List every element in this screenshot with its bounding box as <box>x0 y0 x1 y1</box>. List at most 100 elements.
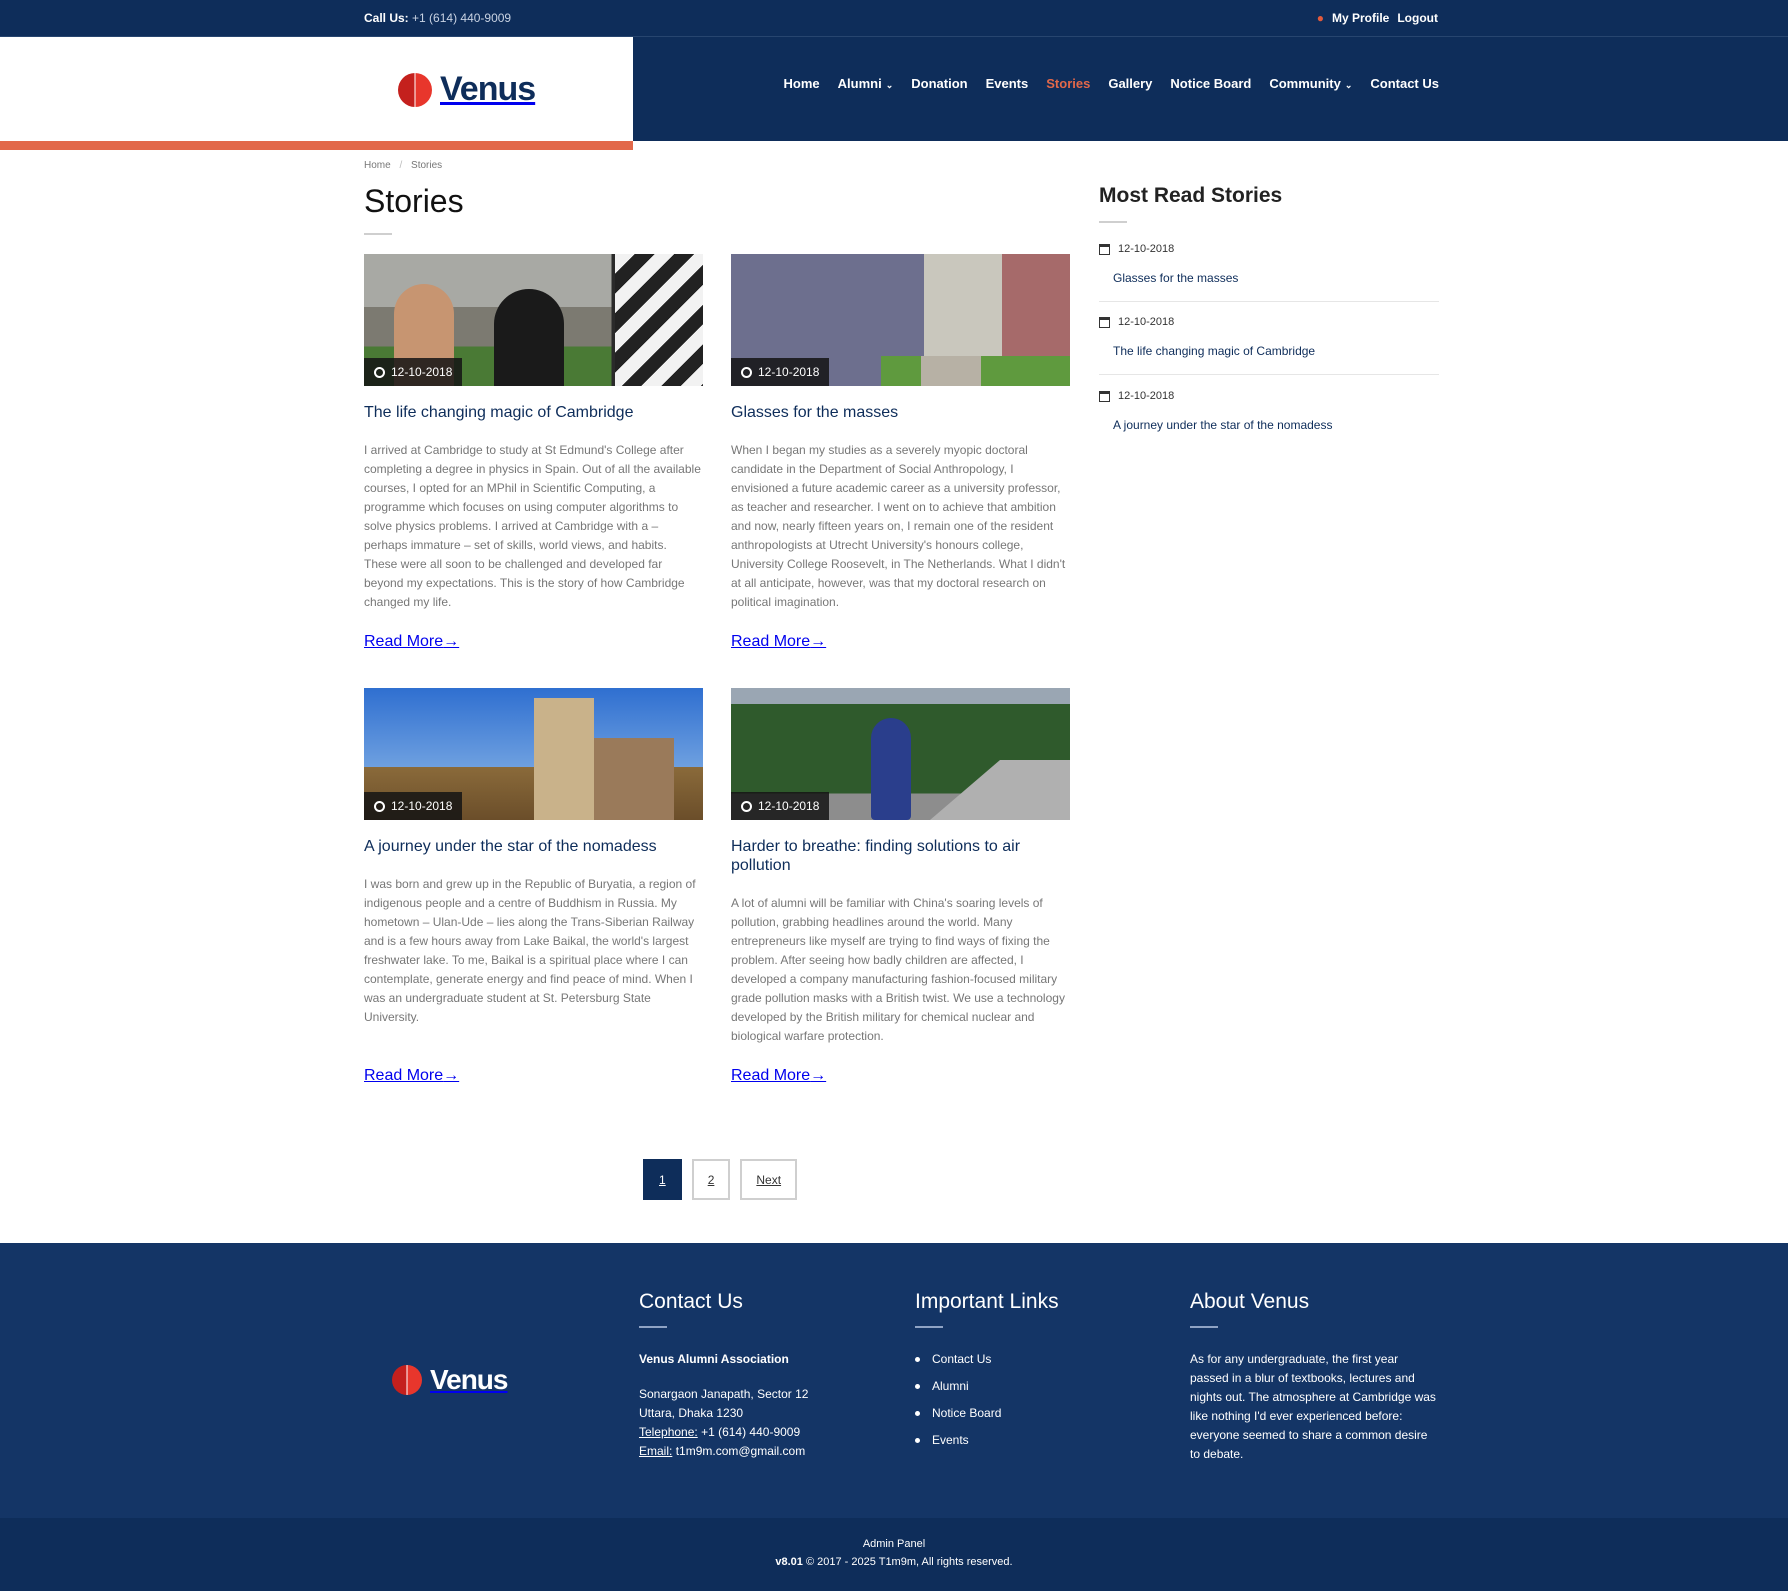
footer-phone[interactable]: +1 (614) 440-9009 <box>701 1425 800 1439</box>
nav-alumni[interactable]: Alumni ⌄ <box>838 76 894 91</box>
read-more-link[interactable]: Read More→ <box>364 633 459 651</box>
divider <box>1099 374 1439 375</box>
copyright: v8.01 © 2017 - 2025 T1m9m, All rights re… <box>775 1556 1013 1568</box>
most-read-item: 12-10-2018 The life changing magic of Ca… <box>1099 316 1439 358</box>
clock-icon <box>374 366 385 378</box>
top-bar: Call Us: +1 (614) 440-9009 ● My Profile … <box>0 0 1788 37</box>
call-us: Call Us: +1 (614) 440-9009 <box>364 11 511 25</box>
nav-contact-us[interactable]: Contact Us <box>1370 76 1439 91</box>
footer-about: About Venus As for any undergraduate, th… <box>1190 1290 1440 1464</box>
logo-text: Venus <box>440 70 536 108</box>
clock-icon <box>374 800 385 812</box>
most-read-date: 12-10-2018 <box>1118 316 1175 328</box>
calendar-icon <box>1099 316 1110 328</box>
story-excerpt: I was born and grew up in the Republic o… <box>364 877 696 1024</box>
footer-logo[interactable]: Venus <box>392 1364 508 1396</box>
read-more-link[interactable]: Read More→ <box>731 633 826 651</box>
read-more-link[interactable]: Read More→ <box>364 1067 459 1085</box>
footer-links-title: Important Links <box>915 1290 1059 1313</box>
most-read-date: 12-10-2018 <box>1118 390 1175 402</box>
site-logo[interactable]: Venus <box>398 70 536 109</box>
most-read-link[interactable]: The life changing magic of Cambridge <box>1113 344 1439 358</box>
footer-link-contact-us[interactable]: Contact Us <box>915 1352 1059 1366</box>
chevron-down-icon: ⌄ <box>1344 80 1353 90</box>
arrow-circle-icon: → <box>810 633 827 650</box>
nav-notice-board[interactable]: Notice Board <box>1170 76 1251 91</box>
page-2-button[interactable]: 2 <box>691 1159 731 1200</box>
breadcrumb-current: Stories <box>411 160 443 171</box>
story-date-badge: 12-10-2018 <box>731 358 830 386</box>
story-excerpt: I arrived at Cambridge to study at St Ed… <box>364 443 701 609</box>
account-links: ● My Profile Logout <box>1317 11 1438 25</box>
breadcrumb: Home / Stories <box>364 160 442 171</box>
logo-mark-icon <box>392 1365 422 1395</box>
story-date-badge: 12-10-2018 <box>731 792 830 820</box>
logout-link[interactable]: Logout <box>1397 11 1438 25</box>
page-title: Stories <box>364 183 464 219</box>
sidebar-title-underline <box>1099 221 1127 223</box>
story-title[interactable]: A journey under the star of the nomadess <box>364 837 703 856</box>
story-image[interactable]: 12-10-2018 <box>364 688 703 820</box>
story-title[interactable]: Harder to breathe: finding solutions to … <box>731 837 1070 875</box>
calendar-icon <box>1099 390 1110 402</box>
most-read-item: 12-10-2018 A journey under the star of t… <box>1099 390 1439 432</box>
story-card: 12-10-2018 A journey under the star of t… <box>364 688 703 1027</box>
footer-logo-text: Venus <box>430 1364 508 1395</box>
story-card: 12-10-2018 The life changing magic of Ca… <box>364 254 703 612</box>
most-read-link[interactable]: Glasses for the masses <box>1113 271 1439 285</box>
story-date-badge: 12-10-2018 <box>364 358 463 386</box>
main-nav: Home Alumni ⌄ Donation Events Stories Gal… <box>784 76 1439 91</box>
story-image[interactable]: 12-10-2018 <box>731 688 1070 820</box>
next-page-button[interactable]: Next <box>740 1159 798 1200</box>
breadcrumb-home[interactable]: Home <box>364 160 391 171</box>
arrow-circle-icon: → <box>443 1067 460 1084</box>
story-image[interactable]: 12-10-2018 <box>731 254 1070 386</box>
footer-email[interactable]: t1m9m.com@gmail.com <box>676 1444 806 1458</box>
story-title[interactable]: Glasses for the masses <box>731 403 1070 422</box>
nav-stories[interactable]: Stories <box>1046 76 1090 91</box>
footer-about-text: As for any undergraduate, the first year… <box>1190 1352 1436 1461</box>
footer-about-title: About Venus <box>1190 1290 1310 1313</box>
most-read-item: 12-10-2018 Glasses for the masses <box>1099 243 1439 285</box>
footer-link-alumni[interactable]: Alumni <box>915 1379 1059 1393</box>
call-label: Call Us: <box>364 11 409 25</box>
page-1-button[interactable]: 1 <box>643 1159 682 1200</box>
nav-gallery[interactable]: Gallery <box>1108 76 1152 91</box>
user-icon: ● <box>1316 11 1324 25</box>
most-read-link[interactable]: A journey under the star of the nomadess <box>1113 418 1439 432</box>
nav-events[interactable]: Events <box>986 76 1029 91</box>
logo-stripe <box>0 141 633 150</box>
phone-number[interactable]: +1 (614) 440-9009 <box>412 11 511 25</box>
nav-community[interactable]: Community ⌄ <box>1269 76 1352 91</box>
arrow-circle-icon: → <box>443 633 460 650</box>
calendar-icon <box>1099 243 1110 255</box>
story-image[interactable]: 12-10-2018 <box>364 254 703 386</box>
divider <box>1099 301 1439 302</box>
footer-link-events[interactable]: Events <box>915 1433 1059 1447</box>
story-card: 12-10-2018 Glasses for the masses When I… <box>731 254 1070 612</box>
logo-box <box>0 37 633 141</box>
read-more-link[interactable]: Read More→ <box>731 1067 826 1085</box>
nav-home[interactable]: Home <box>784 76 820 91</box>
story-card: 12-10-2018 Harder to breathe: finding so… <box>731 688 1070 1046</box>
admin-panel-link[interactable]: Admin Panel <box>0 1538 1788 1550</box>
arrow-circle-icon: → <box>810 1067 827 1084</box>
story-title[interactable]: The life changing magic of Cambridge <box>364 403 703 422</box>
story-excerpt: A lot of alumni will be familiar with Ch… <box>731 896 1065 1043</box>
footer-link-notice-board[interactable]: Notice Board <box>915 1406 1059 1420</box>
logo-mark-icon <box>398 72 432 107</box>
sidebar-title: Most Read Stories <box>1099 184 1283 207</box>
breadcrumb-separator: / <box>399 160 403 171</box>
story-date-badge: 12-10-2018 <box>364 792 463 820</box>
footer-links: Important Links Contact Us Alumni Notice… <box>915 1290 1059 1460</box>
pagination: 1 2 Next <box>643 1159 798 1200</box>
title-underline <box>364 233 392 235</box>
clock-icon <box>741 800 752 812</box>
nav-donation[interactable]: Donation <box>911 76 967 91</box>
footer-contact-title: Contact Us <box>639 1290 743 1313</box>
org-name: Venus Alumni Association <box>639 1352 789 1366</box>
my-profile-link[interactable]: My Profile <box>1332 11 1389 25</box>
most-read-date: 12-10-2018 <box>1118 243 1175 255</box>
chevron-down-icon: ⌄ <box>885 80 894 90</box>
clock-icon <box>741 366 752 378</box>
